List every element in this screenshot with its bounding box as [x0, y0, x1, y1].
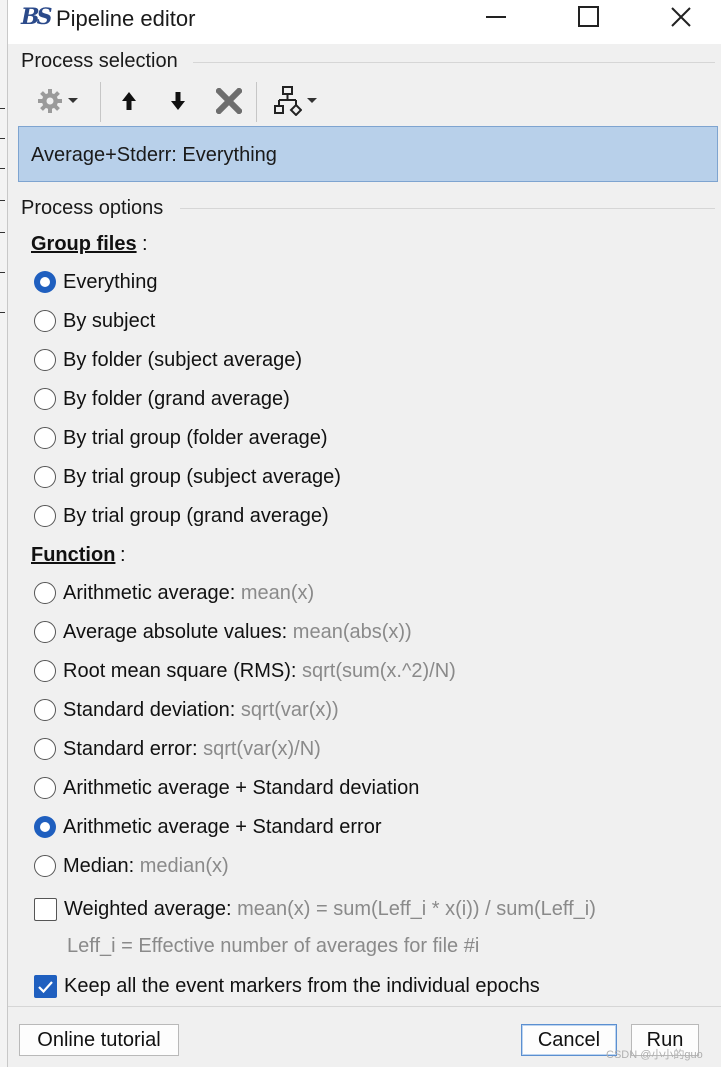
- formula-text: sqrt(var(x)/N): [203, 737, 321, 760]
- radio-function-mean-std[interactable]: Arithmetic average + Standard deviation: [34, 773, 419, 803]
- function-colon: :: [120, 544, 126, 566]
- watermark-text: CSDN @小小的guo: [606, 1049, 703, 1061]
- checkmark-icon: [38, 980, 53, 993]
- minimize-button[interactable]: [474, 0, 520, 34]
- section-divider: [193, 62, 715, 63]
- radio-group-everything[interactable]: Everything: [34, 267, 158, 297]
- checkbox-label: Weighted average:: [64, 897, 238, 920]
- radio-function-std[interactable]: Standard deviation: sqrt(var(x)): [34, 695, 339, 725]
- radio-label: Standard deviation:: [63, 698, 241, 721]
- radio-group-by-folder-subject[interactable]: By folder (subject average): [34, 345, 302, 375]
- formula-text: median(x): [139, 854, 229, 877]
- arrow-down-icon: [171, 92, 185, 110]
- radio-button[interactable]: [34, 349, 56, 371]
- delete-process-button[interactable]: [209, 80, 249, 122]
- toolbar-separator: [256, 82, 257, 122]
- close-icon: [671, 7, 691, 27]
- process-toolbar: [27, 80, 327, 122]
- brainstorm-app-icon: BS: [21, 4, 52, 30]
- radio-function-mean-abs[interactable]: Average absolute values: mean(abs(x)): [34, 617, 412, 647]
- function-heading: Function: [31, 544, 116, 566]
- title-bar: BS Pipeline editor: [8, 0, 721, 44]
- radio-function-median[interactable]: Median: median(x): [34, 851, 229, 881]
- maximize-icon: [578, 6, 599, 27]
- section-divider: [180, 208, 715, 209]
- radio-button[interactable]: [34, 699, 56, 721]
- radio-group-by-folder-grand[interactable]: By folder (grand average): [34, 384, 290, 414]
- formula-text: mean(x): [240, 581, 315, 604]
- radio-button[interactable]: [34, 388, 56, 410]
- radio-button[interactable]: [34, 466, 56, 488]
- group-files-colon: :: [142, 233, 148, 255]
- group-files-heading: Group files: [31, 233, 137, 255]
- radio-label: Everything: [63, 270, 158, 293]
- radio-button[interactable]: [34, 582, 56, 604]
- radio-button[interactable]: [34, 777, 56, 799]
- keep-events-checkbox[interactable]: [34, 974, 57, 998]
- radio-function-mean-stderr[interactable]: Arithmetic average + Standard error: [34, 812, 382, 842]
- formula-text: mean(x) = sum(Leff_i * x(i)) / sum(Leff_…: [237, 897, 596, 920]
- radio-label: Arithmetic average:: [63, 581, 241, 604]
- radio-label: Average absolute values:: [63, 620, 293, 643]
- radio-button[interactable]: [34, 505, 56, 527]
- radio-label: By trial group (subject average): [63, 465, 341, 488]
- radio-label: Arithmetic average + Standard error: [63, 815, 382, 838]
- delete-icon: [216, 88, 242, 114]
- radio-group-by-subject[interactable]: By subject: [34, 306, 155, 336]
- maximize-button[interactable]: [566, 0, 612, 34]
- radio-button-selected[interactable]: [34, 271, 56, 293]
- chevron-down-icon: [307, 98, 317, 103]
- radio-function-stderr[interactable]: Standard error: sqrt(var(x)/N): [34, 734, 321, 764]
- move-down-button[interactable]: [160, 80, 196, 122]
- process-list[interactable]: Average+Stderr: Everything: [18, 126, 718, 182]
- radio-group-by-trial-grand[interactable]: By trial group (grand average): [34, 501, 329, 531]
- pipeline-tree-icon: [274, 86, 302, 116]
- formula-text: sqrt(sum(x.^2)/N): [301, 659, 456, 682]
- radio-label: Standard error:: [63, 737, 204, 760]
- radio-button[interactable]: [34, 660, 56, 682]
- radio-function-mean[interactable]: Arithmetic average: mean(x): [34, 578, 314, 608]
- weighted-average-option[interactable]: Weighted average: mean(x) = sum(Leff_i *…: [34, 894, 596, 924]
- radio-label: Arithmetic average + Standard deviation: [63, 776, 420, 799]
- minimize-icon: [486, 16, 506, 18]
- formula-text: sqrt(var(x)): [240, 698, 339, 721]
- keep-events-option[interactable]: Keep all the event markers from the indi…: [34, 971, 540, 1001]
- radio-button[interactable]: [34, 855, 56, 877]
- radio-label: By folder (grand average): [63, 387, 290, 410]
- formula-text: mean(abs(x)): [292, 620, 412, 643]
- radio-label: By folder (subject average): [63, 348, 303, 371]
- pipeline-menu-button[interactable]: [267, 80, 325, 122]
- radio-button-selected[interactable]: [34, 816, 56, 838]
- process-list-item[interactable]: Average+Stderr: Everything: [31, 144, 277, 167]
- radio-button[interactable]: [34, 310, 56, 332]
- radio-label: Median:: [63, 854, 140, 877]
- arrow-up-icon: [122, 92, 136, 110]
- radio-label: Root mean square (RMS):: [63, 659, 302, 682]
- pipeline-editor-window: BS Pipeline editor Process selection Ave…: [7, 0, 721, 1067]
- radio-group-by-trial-folder[interactable]: By trial group (folder average): [34, 423, 328, 453]
- weighted-average-checkbox[interactable]: [34, 897, 57, 921]
- close-button[interactable]: [658, 0, 704, 34]
- move-up-button[interactable]: [111, 80, 147, 122]
- process-options-label: Process options: [21, 197, 164, 219]
- radio-button[interactable]: [34, 738, 56, 760]
- radio-button[interactable]: [34, 427, 56, 449]
- cancel-button[interactable]: Cancel: [521, 1024, 617, 1056]
- radio-label: By subject: [63, 309, 156, 332]
- toolbar-separator: [100, 82, 101, 122]
- chevron-down-icon: [68, 98, 78, 103]
- radio-group-by-trial-subject[interactable]: By trial group (subject average): [34, 462, 341, 492]
- radio-function-rms[interactable]: Root mean square (RMS): sqrt(sum(x.^2)/N…: [34, 656, 456, 686]
- online-tutorial-button[interactable]: Online tutorial: [19, 1024, 179, 1056]
- radio-label: By trial group (folder average): [63, 426, 328, 449]
- checkbox-label: Keep all the event markers from the indi…: [64, 974, 540, 997]
- radio-button[interactable]: [34, 621, 56, 643]
- radio-label: By trial group (grand average): [63, 504, 329, 527]
- gear-icon: [38, 89, 62, 113]
- window-title: Pipeline editor: [56, 6, 196, 31]
- add-process-button[interactable]: [33, 80, 83, 122]
- weighted-average-note: Leff_i = Effective number of averages fo…: [67, 935, 480, 957]
- process-selection-label: Process selection: [21, 50, 178, 72]
- footer-divider: [8, 1006, 721, 1007]
